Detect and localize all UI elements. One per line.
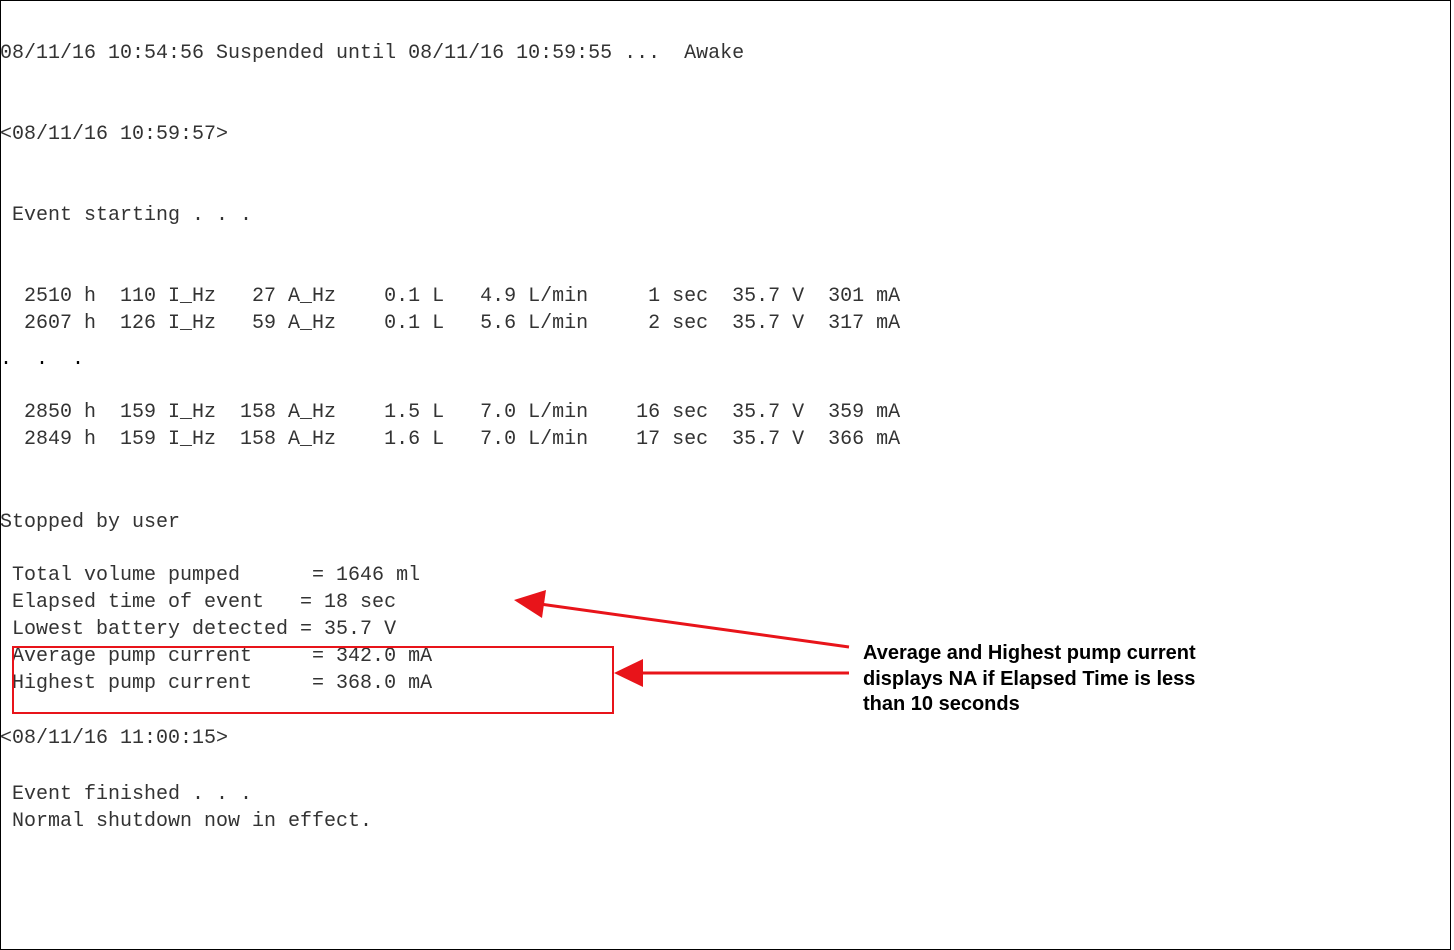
elapsed-time-arrow [514,590,850,649]
annotation-arrows [514,590,850,687]
annotation-line: displays NA if Elapsed Time is less [863,667,1196,690]
annotation-callout: Average and Highest pump current display… [863,641,1363,718]
highlight-box-arrow [614,659,849,687]
annotation-line: Average and Highest pump current [863,642,1196,664]
annotation-line: than 10 seconds [863,693,1020,715]
